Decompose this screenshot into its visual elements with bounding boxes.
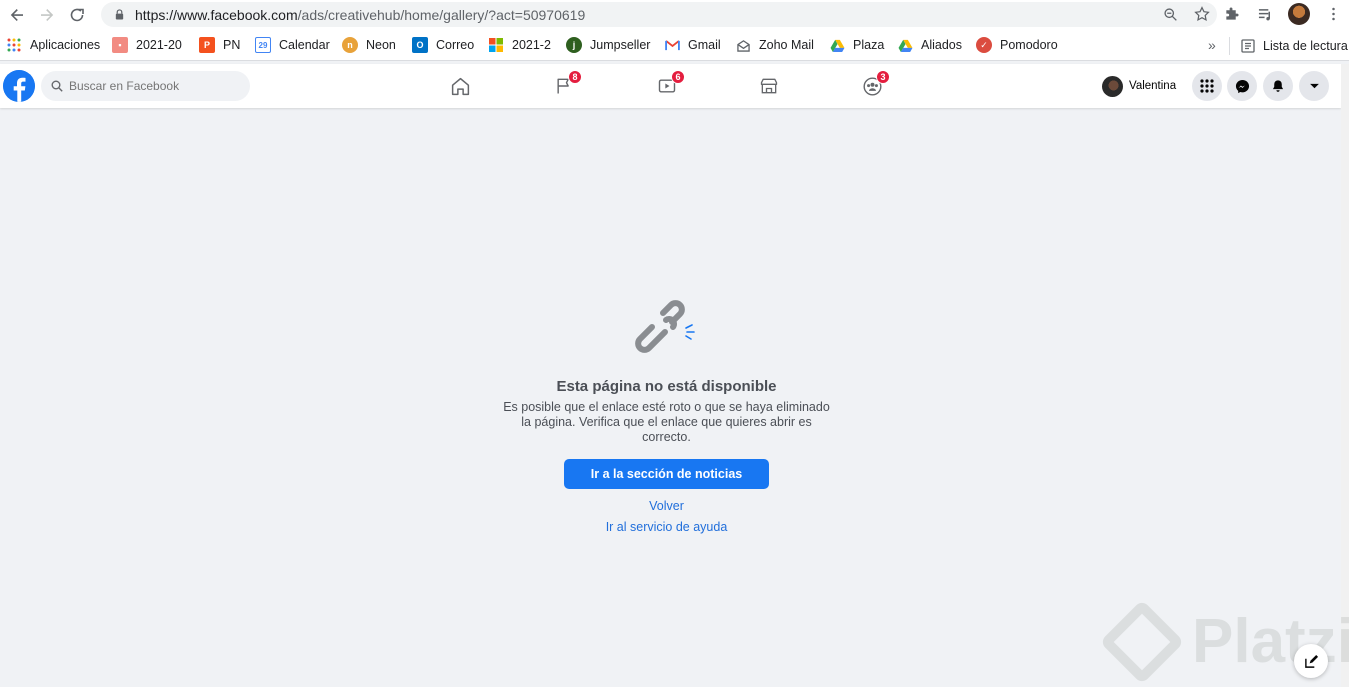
reading-list-button[interactable]: Lista de lectura	[1241, 30, 1348, 61]
groups-notification-badge: 3	[876, 70, 890, 84]
bookmarks-divider	[1229, 37, 1230, 55]
go-to-news-feed-button[interactable]: Ir a la sección de noticias	[564, 459, 769, 489]
bookmark-pomodoro[interactable]: ✓ Pomodoro	[976, 30, 1058, 61]
url-host: https://www.facebook.com	[135, 6, 298, 23]
new-message-button[interactable]	[1294, 644, 1328, 678]
lock-icon[interactable]	[113, 9, 125, 21]
bookmark-label: Neon	[366, 38, 396, 52]
tab-home[interactable]	[448, 74, 472, 98]
bookmark-star-icon[interactable]	[1193, 5, 1211, 23]
bookmarks-overflow-chevron-icon[interactable]: »	[1208, 37, 1216, 53]
neon-icon: n	[342, 37, 358, 53]
bookmark-label: Jumpseller	[590, 38, 651, 52]
chrome-menu-icon[interactable]	[1321, 2, 1345, 26]
apps-grid-icon	[6, 37, 22, 53]
address-bar[interactable]: https://www.facebook.com/ads/creativehub…	[101, 2, 1217, 27]
pomodoro-icon: ✓	[976, 37, 992, 53]
tab-marketplace[interactable]	[757, 74, 781, 98]
bookmark-2021-2[interactable]: 2021-2	[488, 30, 551, 61]
jumpseller-icon: j	[566, 37, 582, 53]
bookmark-plaza[interactable]: Plaza	[829, 30, 884, 61]
bookmark-label: Correo	[436, 38, 475, 52]
url-path: /ads/creativehub/home/gallery/?act=50970…	[297, 6, 586, 23]
zoho-mail-icon	[735, 37, 751, 53]
avatar	[1102, 75, 1123, 97]
outlook-icon: O	[412, 37, 428, 53]
extensions-puzzle-icon[interactable]	[1219, 2, 1243, 26]
bookmark-label: Plaza	[853, 38, 885, 52]
messenger-icon	[1235, 79, 1249, 93]
bookmark-aplicaciones[interactable]: Aplicaciones	[6, 30, 100, 61]
calendar-icon: 29	[255, 37, 271, 53]
bookmark-label: Pomodoro	[1000, 38, 1058, 52]
error-description: Es posible que el enlace esté roto o que…	[503, 400, 830, 444]
bookmark-jumpseller[interactable]: j Jumpseller	[566, 30, 650, 61]
bell-icon	[1272, 80, 1284, 92]
bookmark-label: Aliados	[921, 38, 962, 52]
platzi-logo-icon	[1099, 599, 1185, 684]
pn-icon: P	[199, 37, 215, 53]
reading-list-icon	[1241, 38, 1255, 53]
facebook-logo-icon[interactable]	[3, 70, 35, 102]
notebook-icon: ▪	[112, 37, 128, 53]
bookmark-aliados[interactable]: Aliados	[897, 30, 962, 61]
tab-pages[interactable]: 8	[552, 70, 582, 98]
back-link[interactable]: Volver	[649, 499, 684, 513]
bookmark-label: Aplicaciones	[30, 38, 101, 52]
bookmark-label: Zoho Mail	[759, 38, 814, 52]
bookmark-label: Calendar	[279, 38, 330, 52]
drive-icon	[897, 37, 913, 53]
search-input[interactable]	[69, 79, 239, 93]
bookmark-neon[interactable]: n Neon	[342, 30, 396, 61]
marketplace-store-icon	[760, 78, 778, 94]
compose-edit-icon	[1304, 654, 1318, 668]
profile-avatar[interactable]	[1287, 2, 1311, 26]
page-scrollbar[interactable]	[1341, 64, 1349, 687]
pages-notification-badge: 8	[568, 70, 582, 84]
chevron-down-icon	[1309, 83, 1319, 88]
profile-name: Valentina	[1129, 80, 1177, 92]
back-arrow-icon[interactable]	[4, 2, 30, 28]
broken-link-icon	[635, 300, 695, 353]
bookmark-zoho-mail[interactable]: Zoho Mail	[735, 30, 814, 61]
media-queue-icon[interactable]	[1253, 2, 1277, 26]
url-text[interactable]: https://www.facebook.com/ads/creativehub…	[135, 7, 585, 23]
messenger-button[interactable]	[1227, 71, 1257, 101]
browser-toolbar: https://www.facebook.com/ads/creativehub…	[0, 0, 1349, 30]
zoom-icon[interactable]	[1161, 5, 1179, 23]
profile-shortcut[interactable]: Valentina	[1102, 75, 1176, 97]
tab-groups[interactable]: 3	[860, 70, 890, 98]
bookmark-2021-20[interactable]: ▪ 2021-20	[112, 30, 182, 61]
facebook-search-box[interactable]	[41, 71, 250, 101]
bookmark-label: Gmail	[688, 38, 721, 52]
error-title: Esta página no está disponible	[556, 378, 777, 395]
bookmark-label: PN	[223, 38, 241, 52]
drive-icon	[829, 37, 845, 53]
tab-watch[interactable]: 6	[655, 70, 685, 98]
forward-arrow-icon[interactable]	[34, 2, 60, 28]
home-icon	[451, 77, 469, 95]
search-icon	[51, 80, 63, 92]
bookmark-pn[interactable]: P PN	[199, 30, 240, 61]
account-menu-button[interactable]	[1299, 71, 1329, 101]
bookmark-correo[interactable]: O Correo	[412, 30, 474, 61]
facebook-top-nav: 8 6 3 Valentina	[0, 64, 1341, 108]
gmail-icon	[664, 37, 680, 53]
bookmark-label: 2021-20	[136, 38, 182, 52]
bookmark-gmail[interactable]: Gmail	[664, 30, 721, 61]
watch-notification-badge: 6	[671, 70, 685, 84]
menu-grid-button[interactable]	[1192, 71, 1222, 101]
bookmark-label: 2021-2	[512, 38, 551, 52]
menu-grid-icon	[1200, 79, 1214, 93]
bookmark-calendar[interactable]: 29 Calendar	[255, 30, 330, 61]
reading-list-label: Lista de lectura	[1263, 38, 1348, 53]
notifications-button[interactable]	[1263, 71, 1293, 101]
help-center-link[interactable]: Ir al servicio de ayuda	[606, 520, 728, 534]
bookmarks-bar: Aplicaciones ▪ 2021-20 P PN 29 Calendar …	[0, 30, 1349, 61]
microsoft-icon	[488, 37, 504, 53]
reload-icon[interactable]	[64, 2, 90, 28]
main-content: Esta página no está disponible Es posibl…	[0, 108, 1341, 687]
